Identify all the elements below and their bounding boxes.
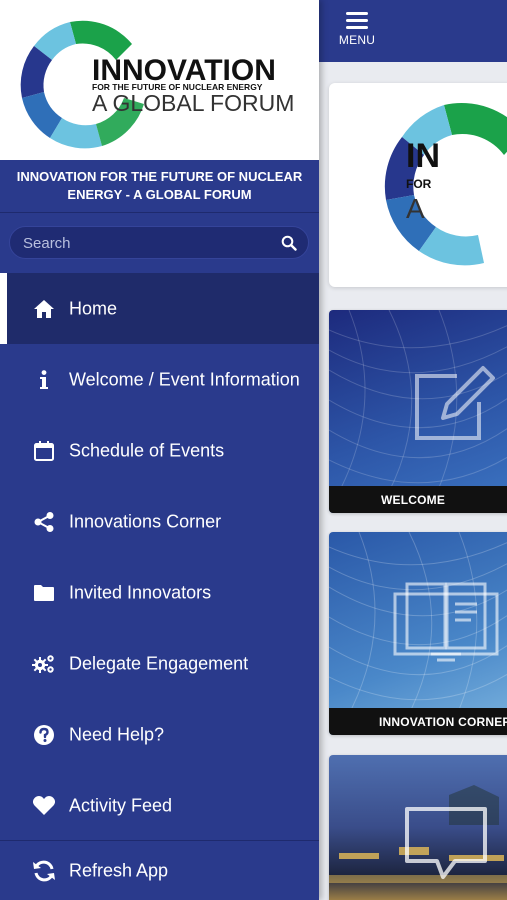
folder-icon [32, 581, 56, 605]
drawer-logo: INNOVATION FOR THE FUTURE OF NUCLEAR ENE… [0, 0, 319, 160]
nav-item-schedule[interactable]: Schedule of Events [0, 415, 319, 486]
home-icon [32, 297, 56, 321]
nav-item-delegate-engagement[interactable]: Delegate Engagement [0, 628, 319, 699]
nav-item-activity-feed[interactable]: Activity Feed [0, 770, 319, 841]
book-icon [393, 582, 499, 662]
nav-item-need-help[interactable]: Need Help? [0, 699, 319, 770]
event-tile[interactable] [329, 755, 507, 900]
svg-text:FOR: FOR [406, 177, 432, 191]
navigation-drawer: INNOVATION FOR THE FUTURE OF NUCLEAR ENE… [0, 0, 319, 900]
nav-item-label: Invited Innovators [69, 582, 212, 602]
svg-text:IN: IN [406, 137, 440, 175]
nav-item-label: Welcome / Event Information [69, 369, 300, 389]
innovation-logo: INNOVATION FOR THE FUTURE OF NUCLEAR ENE… [20, 20, 294, 149]
logo-banner[interactable]: IN FOR A [329, 83, 507, 287]
nav-item-label: Schedule of Events [69, 440, 225, 460]
edit-icon [415, 366, 495, 440]
gears-icon [32, 652, 56, 676]
nav-menu: Home Welcome / Event Information Schedul… [0, 273, 319, 841]
search-bar[interactable] [9, 226, 309, 259]
welcome-caption: WELCOME [329, 486, 507, 513]
nav-item-home[interactable]: Home [0, 273, 319, 344]
innovation-logo: IN FOR A [384, 103, 507, 266]
nav-item-label: Innovations Corner [69, 511, 222, 531]
main-content: MENU IN FOR A WELCOME INNOVATION CORNER [319, 0, 507, 900]
nav-item-label: Need Help? [69, 724, 165, 744]
search-input[interactable] [23, 233, 263, 253]
event-title: INNOVATION FOR THE FUTURE OF NUCLEAR ENE… [0, 160, 319, 213]
menu-label: MENU [338, 33, 376, 47]
welcome-tile[interactable]: WELCOME [329, 310, 507, 513]
refresh-app-button[interactable]: Refresh App [0, 840, 319, 900]
refresh-app-label: Refresh App [69, 860, 169, 880]
innovation-corner-tile[interactable]: INNOVATION CORNER [329, 532, 507, 735]
svg-text:A GLOBAL FORUM: A GLOBAL FORUM [92, 90, 294, 116]
nav-item-label: Home [69, 298, 118, 318]
refresh-icon [32, 859, 56, 883]
chat-bubble-icon [405, 807, 487, 879]
hamburger-icon [346, 12, 368, 33]
svg-text:A: A [406, 193, 425, 224]
search-icon[interactable] [281, 235, 297, 251]
nav-item-label: Activity Feed [69, 795, 173, 815]
top-bar: MENU [319, 0, 507, 62]
innovation-corner-caption: INNOVATION CORNER [329, 708, 507, 735]
nav-item-innovations-corner[interactable]: Innovations Corner [0, 486, 319, 557]
nav-item-welcome[interactable]: Welcome / Event Information [0, 344, 319, 415]
question-circle-icon [32, 723, 56, 747]
nav-item-label: Delegate Engagement [69, 653, 249, 673]
calendar-icon [32, 439, 56, 463]
heart-icon [32, 794, 56, 818]
nav-item-invited-innovators[interactable]: Invited Innovators [0, 557, 319, 628]
menu-button[interactable]: MENU [337, 10, 377, 54]
info-icon [32, 368, 56, 392]
share-icon [32, 510, 56, 534]
